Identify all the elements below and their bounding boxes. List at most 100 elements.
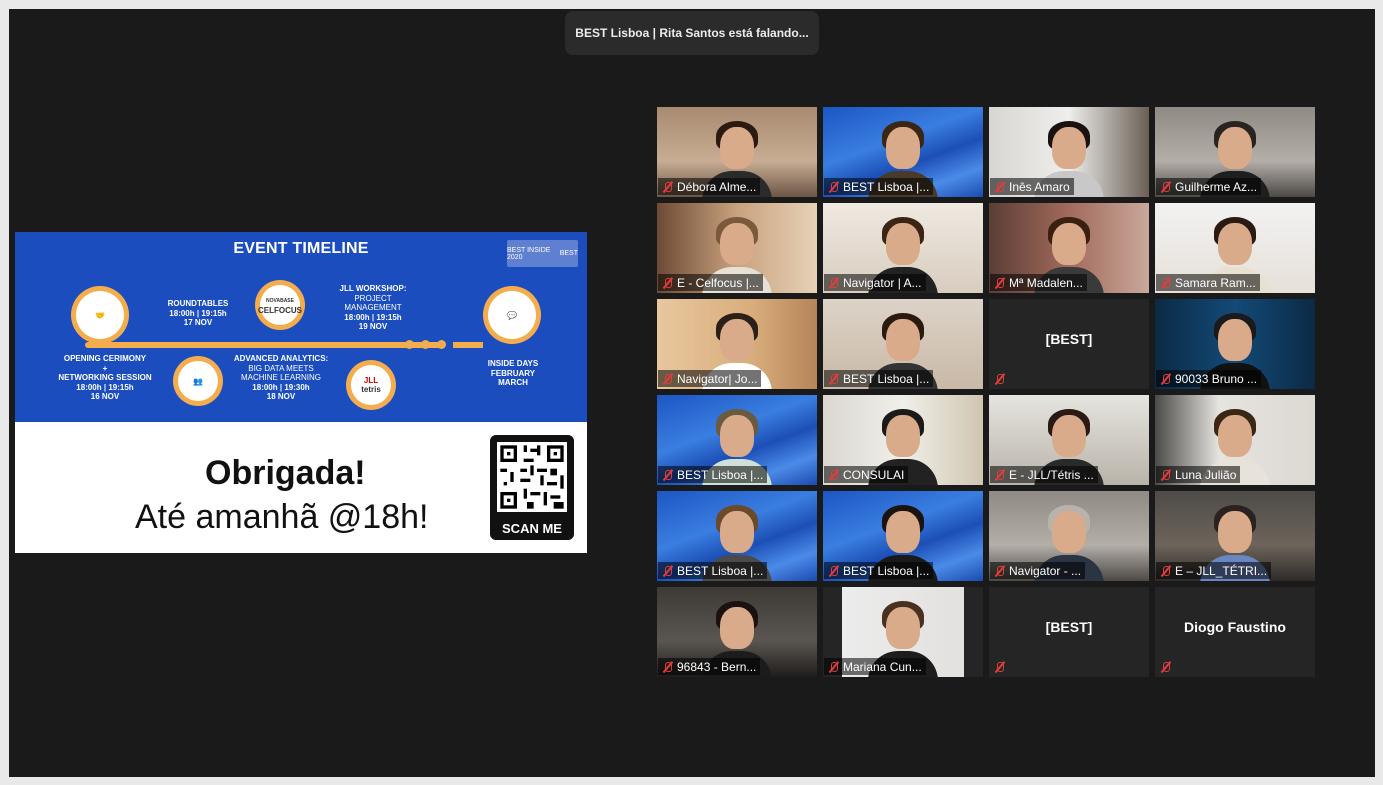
participant-name-bar: Navigator | A... — [824, 274, 926, 291]
participant-name: CONSULAI — [843, 467, 905, 482]
best-logo: BEST INSIDE 2020 BEST — [507, 240, 578, 267]
participant-name: BEST Lisboa |... — [843, 179, 930, 194]
timeline-line — [85, 342, 445, 348]
participant-tile[interactable]: Navigator - ... — [989, 491, 1149, 581]
participant-name-bar: BEST Lisboa |... — [824, 178, 934, 195]
inside-days-months: FEBRUARY MARCH — [490, 368, 536, 388]
analytics-title: ADVANCED ANALYTICS: — [233, 354, 329, 363]
participant-tile[interactable]: Mª Madalen... — [989, 203, 1149, 293]
participant-tile[interactable]: CONSULAI — [823, 395, 983, 485]
participant-display-name: Diogo Faustino — [1184, 619, 1286, 635]
tetris-text: tetris — [361, 385, 381, 394]
inside-days-event: INSIDE DAYS FEBRUARY MARCH — [471, 359, 555, 388]
participant-tile[interactable]: Luna Julião — [1155, 395, 1315, 485]
participant-tile[interactable]: Guilherme Az... — [1155, 107, 1315, 197]
participant-name-bar — [990, 370, 1013, 387]
participant-face — [1052, 415, 1086, 457]
participant-name: Débora Alme... — [677, 179, 757, 194]
scan-me-label: SCAN ME — [502, 521, 562, 536]
muted-mic-icon — [1160, 277, 1172, 289]
participant-name: Navigator| Jo... — [677, 371, 758, 386]
participant-tile[interactable]: BEST Lisboa |... — [823, 107, 983, 197]
participant-name: Mª Madalen... — [1009, 275, 1083, 290]
celfocus-logo: NOVABASE CELFOCUS — [258, 285, 302, 325]
participant-name-bar: E – JLL_TÉTRI... — [1156, 562, 1272, 579]
participant-tile[interactable]: 96843 - Bern... — [657, 587, 817, 677]
handshake-icon: 🤝 — [76, 291, 124, 339]
opening-event-time: 18:00h | 19:15h — [76, 382, 134, 392]
timeline-dot — [421, 340, 430, 349]
opening-event-title: OPENING CERIMONY + NETWORKING SESSION — [58, 354, 152, 382]
inside-days-title: INSIDE DAYS — [487, 359, 539, 368]
slide-title: EVENT TIMELINE — [233, 240, 369, 257]
participant-name: E - Celfocus |... — [677, 275, 759, 290]
participant-face — [1052, 127, 1086, 169]
muted-mic-icon — [662, 181, 674, 193]
participant-name-bar — [990, 658, 1013, 675]
participant-face — [1218, 319, 1252, 361]
timeline-dot — [405, 340, 414, 349]
participant-tile[interactable]: Navigator| Jo... — [657, 299, 817, 389]
participant-face — [720, 607, 754, 649]
participant-name-bar: Guilherme Az... — [1156, 178, 1262, 195]
participant-face — [886, 127, 920, 169]
shared-screen-slide: EVENT TIMELINE BEST INSIDE 2020 BEST 🤝 O… — [15, 232, 587, 553]
best-inside-logo-text: BEST INSIDE 2020 — [507, 246, 551, 261]
participant-tile[interactable]: 90033 Bruno ... — [1155, 299, 1315, 389]
participant-tile[interactable]: E – JLL_TÉTRI... — [1155, 491, 1315, 581]
best-logo-text: BEST — [559, 250, 578, 257]
muted-mic-icon — [994, 181, 1006, 193]
muted-mic-icon — [1160, 181, 1172, 193]
participant-name: 90033 Bruno ... — [1175, 371, 1258, 386]
slide-header-area: EVENT TIMELINE BEST INSIDE 2020 BEST 🤝 O… — [15, 232, 587, 422]
participant-name: BEST Lisboa |... — [677, 467, 764, 482]
participant-tile[interactable]: BEST Lisboa |... — [657, 491, 817, 581]
participant-tile[interactable]: [BEST] — [989, 587, 1149, 677]
novabase-text: NOVABASE — [266, 298, 294, 304]
participant-tile[interactable]: BEST Lisboa |... — [823, 491, 983, 581]
participant-name: Guilherme Az... — [1175, 179, 1258, 194]
see-you-text: Até amanhã @18h! — [135, 498, 429, 536]
muted-mic-icon — [662, 565, 674, 577]
participant-tile[interactable]: Samara Ram... — [1155, 203, 1315, 293]
participant-tile[interactable]: [BEST] — [989, 299, 1149, 389]
muted-mic-icon — [662, 373, 674, 385]
participant-tile[interactable]: E - JLL/Tétris ... — [989, 395, 1149, 485]
participant-name-bar: E - JLL/Tétris ... — [990, 466, 1098, 483]
jll-text: JLL — [363, 376, 379, 385]
muted-mic-icon — [828, 661, 840, 673]
timeline-dot — [437, 340, 446, 349]
participant-face — [1218, 511, 1252, 553]
jll-event: JLL WORKSHOP: PROJECT MANAGEMENT 18:00h … — [327, 284, 419, 332]
participant-tile[interactable]: BEST Lisboa |... — [657, 395, 817, 485]
participant-name-bar: 90033 Bruno ... — [1156, 370, 1262, 387]
muted-mic-icon — [994, 373, 1006, 385]
muted-mic-icon — [662, 469, 674, 481]
participant-name-bar: E - Celfocus |... — [658, 274, 763, 291]
muted-mic-icon — [662, 277, 674, 289]
muted-mic-icon — [828, 565, 840, 577]
participant-display-name: [BEST] — [1045, 619, 1093, 635]
participant-tile[interactable]: Inês Amaro — [989, 107, 1149, 197]
participant-tile[interactable]: Mariana Cun... — [823, 587, 983, 677]
muted-mic-icon — [1160, 661, 1172, 673]
muted-mic-icon — [1160, 469, 1172, 481]
participant-name: Mariana Cun... — [843, 659, 922, 674]
participant-tile[interactable]: Diogo Faustino — [1155, 587, 1315, 677]
participant-name: Samara Ram... — [1175, 275, 1256, 290]
participant-tile[interactable]: E - Celfocus |... — [657, 203, 817, 293]
roundtables-pin-icon: 👥 — [173, 356, 223, 406]
participant-tile[interactable]: Navigator | A... — [823, 203, 983, 293]
participant-tile[interactable]: Débora Alme... — [657, 107, 817, 197]
participant-gallery: Débora Alme... BEST Lisboa |... Inês Amaro… — [657, 107, 1317, 679]
muted-mic-icon — [1160, 565, 1172, 577]
participant-tile[interactable]: BEST Lisboa |... — [823, 299, 983, 389]
participant-name-bar: BEST Lisboa |... — [824, 370, 934, 387]
participant-face — [720, 319, 754, 361]
participant-face — [720, 511, 754, 553]
participant-face — [720, 223, 754, 265]
meeting-icon: 👥 — [178, 361, 218, 401]
participant-name-bar: BEST Lisboa |... — [824, 562, 934, 579]
participant-name-bar: CONSULAI — [824, 466, 909, 483]
muted-mic-icon — [994, 565, 1006, 577]
